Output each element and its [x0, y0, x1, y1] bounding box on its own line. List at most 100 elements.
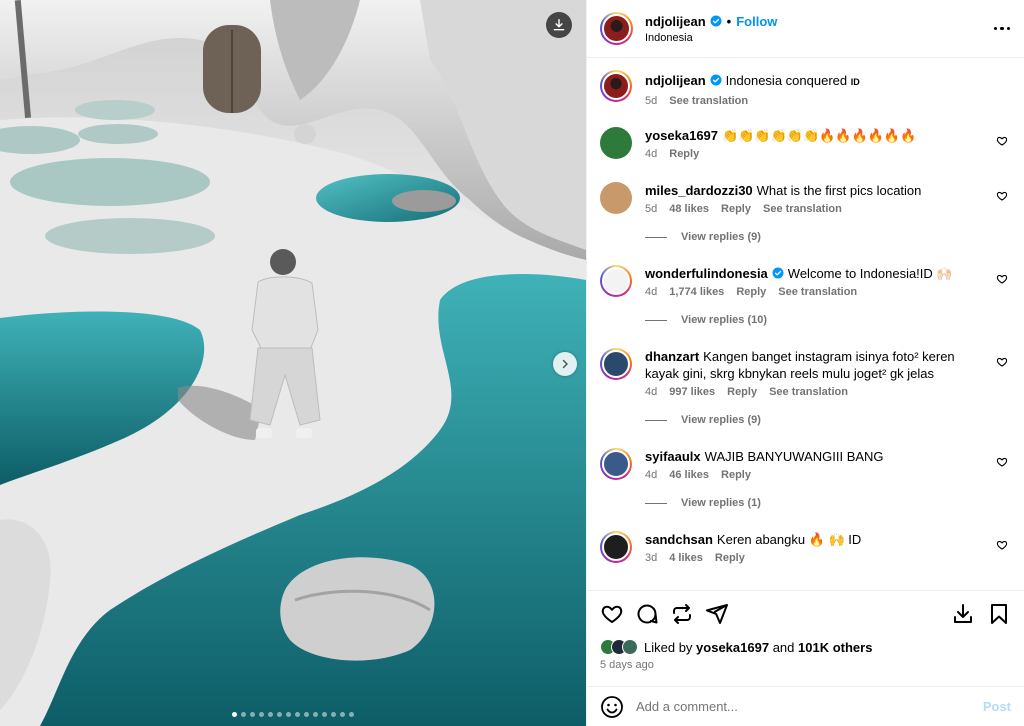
caption-flag: ID	[850, 77, 860, 87]
carousel-dot	[295, 712, 300, 717]
see-translation-link[interactable]: See translation	[778, 286, 857, 298]
follow-button[interactable]: Follow	[736, 14, 777, 29]
post-image	[0, 0, 586, 726]
comment-username[interactable]: yoseka1697	[645, 128, 718, 143]
comment-age: 5d	[645, 203, 658, 215]
comment-likes[interactable]: 46 likes	[669, 469, 709, 481]
verified-badge-icon	[710, 15, 722, 27]
liker-avatars[interactable]	[600, 639, 638, 655]
reply-button[interactable]: Reply	[727, 386, 757, 398]
download-button[interactable]	[546, 12, 572, 38]
comment-age: 4d	[645, 386, 658, 398]
liked-by-prefix: Liked by	[644, 639, 693, 655]
chevron-right-icon	[562, 359, 568, 369]
header-separator: •	[726, 13, 732, 29]
comment-likes[interactable]: 1,774 likes	[669, 286, 724, 298]
comment-avatar[interactable]	[600, 182, 632, 214]
reply-button[interactable]: Reply	[736, 286, 766, 298]
reply-button[interactable]: Reply	[721, 469, 751, 481]
likes-summary: Liked by yoseka1697 and 101K others	[600, 639, 1011, 655]
comment-icon[interactable]	[635, 602, 659, 626]
replies-divider	[645, 419, 667, 421]
liked-by-user[interactable]: yoseka1697	[696, 640, 769, 655]
post-panel: ndjolijean • Follow Indonesia ndjolijean…	[586, 0, 1024, 726]
download-to-device-icon[interactable]	[951, 602, 975, 626]
carousel-next-button[interactable]	[553, 352, 577, 376]
comment-username[interactable]: syifaaulx	[645, 449, 701, 464]
replies-divider	[645, 319, 667, 321]
caption-username[interactable]: ndjolijean	[645, 73, 706, 88]
comment-username[interactable]: dhanzart	[645, 349, 699, 364]
comment-age: 4d	[645, 286, 658, 298]
view-replies-button[interactable]: View replies (10)	[645, 314, 1008, 326]
carousel-dot	[313, 712, 318, 717]
comment-text: What is the first pics location	[756, 183, 922, 198]
emoji-icon[interactable]	[600, 695, 624, 719]
carousel-dot	[259, 712, 264, 717]
comment-avatar[interactable]	[600, 448, 632, 480]
view-replies-button[interactable]: View replies (1)	[645, 497, 1008, 509]
comment-item: dhanzart Kangen banget instagram isinya f…	[600, 348, 1008, 398]
like-heart-icon[interactable]	[600, 602, 624, 626]
carousel-dot	[250, 712, 255, 717]
comment-avatar[interactable]	[600, 531, 632, 563]
comment-like-icon[interactable]	[996, 135, 1008, 147]
comment-username[interactable]: sandchsan	[645, 532, 713, 547]
view-replies-button[interactable]: View replies (9)	[645, 231, 1008, 243]
download-icon	[553, 19, 565, 31]
reply-button[interactable]: Reply	[715, 552, 745, 564]
repost-icon[interactable]	[670, 602, 694, 626]
comment-avatar[interactable]	[600, 127, 632, 159]
comment-like-icon[interactable]	[996, 356, 1008, 368]
comment-likes[interactable]: 997 likes	[669, 386, 715, 398]
comment-like-icon[interactable]	[996, 190, 1008, 202]
comment-item: miles_dardozzi30 What is the first pics l…	[600, 182, 1008, 215]
see-translation-link[interactable]: See translation	[769, 386, 848, 398]
save-bookmark-icon[interactable]	[987, 602, 1011, 626]
caption-avatar[interactable]	[600, 70, 632, 102]
reply-button[interactable]: Reply	[669, 148, 699, 160]
comment-age: 3d	[645, 552, 658, 564]
comment-username[interactable]: miles_dardozzi30	[645, 183, 753, 198]
comment-item: sandchsan Keren abangku 🔥 🙌 ID 3d 4 likes Re…	[600, 531, 1008, 564]
comment-avatar[interactable]	[600, 265, 632, 297]
comment-likes[interactable]: 4 likes	[669, 552, 703, 564]
carousel-dot	[241, 712, 246, 717]
comments-list[interactable]: ndjolijean Indonesia conquered ID 5d See …	[587, 59, 1024, 590]
comment-like-icon[interactable]	[996, 539, 1008, 551]
comment-input[interactable]	[636, 699, 983, 714]
comment-text: WAJIB BANYUWANGIII BANG	[704, 449, 884, 464]
share-icon[interactable]	[705, 602, 729, 626]
comment-like-icon[interactable]	[996, 456, 1008, 468]
carousel-dot	[232, 712, 237, 717]
post-comment-button[interactable]: Post	[983, 699, 1011, 714]
author-avatar[interactable]	[600, 12, 633, 45]
replies-divider	[645, 236, 667, 238]
add-comment-bar: Post	[587, 686, 1024, 726]
replies-divider	[645, 502, 667, 504]
comment-like-icon[interactable]	[996, 273, 1008, 285]
author-username[interactable]: ndjolijean	[645, 14, 706, 29]
post-actions: Liked by yoseka1697 and 101K others 5 da…	[587, 590, 1024, 671]
liked-by-and: and	[772, 639, 795, 655]
post-header: ndjolijean • Follow Indonesia	[587, 0, 1024, 58]
comment-text: 👏👏👏👏👏👏🔥🔥🔥🔥🔥🔥	[722, 128, 917, 143]
verified-badge-icon	[772, 267, 784, 279]
carousel-dot	[286, 712, 291, 717]
comment-avatar[interactable]	[600, 348, 632, 380]
posted-time[interactable]: 5 days ago	[600, 659, 1011, 671]
view-replies-label: View replies (9)	[681, 231, 761, 243]
comment-likes[interactable]: 48 likes	[669, 203, 709, 215]
see-translation-link[interactable]: See translation	[763, 203, 842, 215]
verified-badge-icon	[710, 74, 722, 86]
liked-by-others[interactable]: 101K others	[798, 640, 872, 655]
comment-username[interactable]: wonderfulindonesia	[645, 266, 768, 281]
comment-text: Keren abangku 🔥 🙌 ID	[716, 532, 862, 547]
see-translation-link[interactable]: See translation	[669, 95, 748, 107]
more-options-button[interactable]	[993, 26, 1010, 31]
carousel-dots	[0, 712, 586, 717]
post-photo[interactable]	[0, 0, 586, 726]
view-replies-button[interactable]: View replies (9)	[645, 414, 1008, 426]
reply-button[interactable]: Reply	[721, 203, 751, 215]
post-location[interactable]: Indonesia	[645, 32, 777, 44]
